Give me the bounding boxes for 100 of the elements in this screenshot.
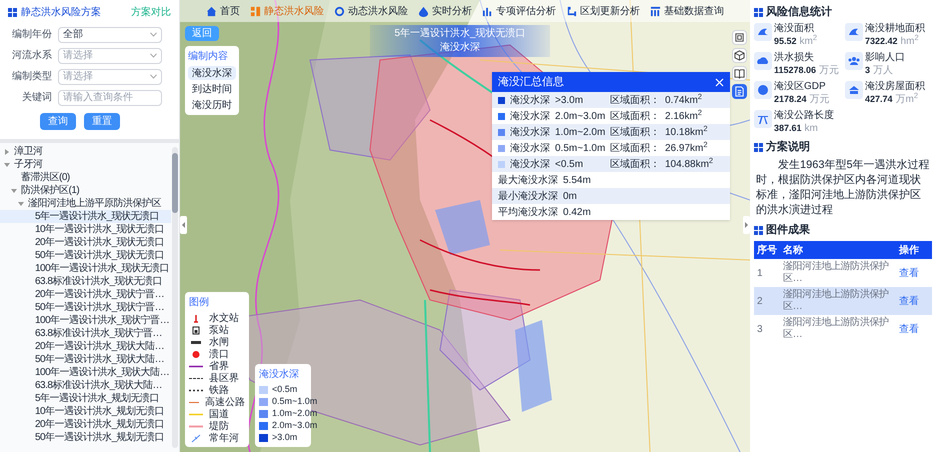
stat-unit: 万人 <box>873 65 894 77</box>
column-header: 序号 <box>757 243 778 258</box>
legend-label: 县区界 <box>209 372 239 385</box>
depth-range: >3.0m <box>555 94 584 108</box>
field-label: 河流水系 <box>11 48 52 63</box>
depth-range: 2.0m~3.0m <box>555 110 605 124</box>
stat-value: 387.61 <box>774 122 802 134</box>
nav-tab[interactable]: 动态洪水风险 <box>334 4 408 18</box>
stat-unit: 万m$^{2}$ <box>896 94 918 106</box>
tree-item[interactable]: 5年一遇设计洪水_现状无溃口 <box>0 210 171 223</box>
chevron-icon <box>150 53 157 58</box>
tree-item[interactable]: 50年一遇设计洪水_规划无溃口 <box>0 431 171 444</box>
layer-option[interactable]: 淹没水深 <box>188 66 236 80</box>
tree-item[interactable]: 50年一遇设计洪水_现状无溃口 <box>0 249 171 262</box>
tree-item[interactable]: 63.8标准设计洪水_现状大陆… <box>0 379 171 392</box>
nav-tab[interactable]: 基础数据查询 <box>650 4 724 18</box>
map-tool-button[interactable] <box>732 30 747 45</box>
stat-label: 最小淹没水深 <box>498 190 558 204</box>
nav-tab[interactable]: 首页 <box>206 4 240 18</box>
scrollbar[interactable] <box>172 147 178 448</box>
legend-title: 图例 <box>189 296 210 310</box>
area-value: 104.88km$^{2}$ <box>665 156 714 172</box>
legend-label: <0.5m <box>272 383 298 396</box>
column-header: 名称 <box>783 244 804 258</box>
depth-label: 淹没水深 <box>510 94 550 108</box>
tree-item[interactable]: 20年一遇设计洪水_现状大陆… <box>0 340 171 353</box>
stat-unit: 万元 <box>819 65 840 77</box>
tree-item[interactable]: 50年一遇设计洪水_现状宁晋… <box>0 301 171 314</box>
legend-label: 泵站 <box>209 324 229 336</box>
tree-item[interactable]: 20年一遇设计洪水_现状无溃口 <box>0 236 171 249</box>
stat-label: 淹没公路长度 <box>774 110 834 122</box>
table-row[interactable]: 2 滏阳河洼地上游防洪保护区… 查看 <box>754 287 932 315</box>
cloud-icon <box>754 52 772 70</box>
legend-label: 省界 <box>209 360 229 373</box>
section-title: 风险信息统计 <box>766 4 832 20</box>
table-cell-text: 2 <box>757 294 764 308</box>
collapse-handle[interactable] <box>180 216 187 234</box>
stat-value: 0.42m <box>563 206 591 220</box>
caret-icon[interactable] <box>18 200 24 206</box>
stat-label: 影响人口 <box>865 52 905 64</box>
depth-label: 淹没水深 <box>510 158 550 172</box>
map-tool-button[interactable] <box>732 66 747 81</box>
stat-unit: 万元 <box>810 94 830 106</box>
tree-item[interactable]: 10年一遇设计洪水_现状无溃口 <box>0 223 171 236</box>
stat-value: 95.52 <box>774 35 797 47</box>
tree-item[interactable]: 10年一遇设计洪水_规划无溃口 <box>0 405 171 418</box>
tree-item[interactable]: 漳卫河 <box>0 145 171 158</box>
area-value: 0.74km$^{2}$ <box>665 92 702 108</box>
tree-item[interactable]: 蓄滞洪区(0) <box>0 171 171 184</box>
stat-unit: km$^{2}$ <box>800 36 818 48</box>
collapse-handle[interactable] <box>743 216 750 234</box>
people-icon <box>845 52 863 70</box>
tree-item[interactable]: 5年一遇设计洪水_规划无溃口 <box>0 392 171 405</box>
nav-tab[interactable]: 区划更新分析 <box>566 4 640 18</box>
map-tool-button[interactable] <box>732 84 747 99</box>
tree-item[interactable]: 63.8标准设计洪水_现状宁晋… <box>0 327 171 340</box>
view-link[interactable]: 查看 <box>899 294 929 308</box>
popup-title: 淹没汇总信息 <box>498 74 564 90</box>
tree-item[interactable]: 滏阳河洼地上游平原防洪保护区 <box>0 197 171 210</box>
legend-label: 溃口 <box>209 348 229 360</box>
close-icon[interactable] <box>715 78 724 86</box>
depth-range: 1.0m~2.0m <box>555 126 605 140</box>
text-field[interactable]: 请输入查询条件 <box>58 90 162 106</box>
view-link[interactable]: 查看 <box>899 266 929 280</box>
grid-icon <box>754 226 763 234</box>
layers-icon <box>734 32 745 43</box>
view-link[interactable]: 查看 <box>899 322 929 336</box>
caret-icon[interactable] <box>4 148 10 154</box>
stat-unit: hm$^{2}$ <box>900 36 919 48</box>
area-label: 区域面积： <box>610 126 660 140</box>
area-value: 2.16km$^{2}$ <box>665 108 702 124</box>
tree-item[interactable]: 20年一遇设计洪水_规划无溃口 <box>0 418 171 431</box>
nav-tab[interactable]: 实时分析 <box>418 4 472 18</box>
tree-item[interactable]: 100年一遇设计洪水_现状宁晋… <box>0 314 171 327</box>
tree-item[interactable]: 100年一遇设计洪水_现状无溃口 <box>0 262 171 275</box>
table-cell-text: 滏阳河洼地上游防洪保护区… <box>783 289 890 313</box>
caret-icon[interactable] <box>11 188 17 194</box>
area-label: 区域面积： <box>610 94 660 108</box>
depth-range: 0.5m~1.0m <box>555 142 605 156</box>
tree-item[interactable]: 100年一遇设计洪水_现状大陆… <box>0 366 171 379</box>
stat-label: 最大淹没水深 <box>498 174 558 188</box>
dropdown-field[interactable]: 全部 <box>58 26 162 42</box>
column-header: 操作 <box>899 244 920 258</box>
scrollbar-thumb[interactable] <box>172 153 178 213</box>
chevron-icon <box>150 32 157 37</box>
map-tool-button[interactable] <box>732 48 747 63</box>
caret-icon[interactable] <box>4 162 10 168</box>
data-icon <box>650 6 661 16</box>
grid-icon <box>754 142 763 152</box>
nav-tab[interactable]: 专项评估分析 <box>482 4 556 18</box>
tree-item[interactable]: 50年一遇设计洪水_现状大陆… <box>0 353 171 366</box>
home-icon <box>206 6 217 16</box>
tree-item[interactable]: 63.8标准设计洪水_现状无溃口 <box>0 275 171 288</box>
grid-icon <box>754 8 763 16</box>
table-cell-text: 滏阳河洼地上游防洪保护区… <box>783 261 890 285</box>
tree-item[interactable]: 防洪保护区(1) <box>0 184 171 197</box>
description-text: 发生1963年型5年一遇洪水过程时，根据防洪保护区内各河道现状标准，滏阳河洼地上游防洪保护区的洪水演进过程 <box>755 158 931 218</box>
tree-item[interactable]: 子牙河 <box>0 158 171 171</box>
legend-label: 水文站 <box>209 312 239 324</box>
tree-item[interactable]: 20年一遇设计洪水_现状宁晋… <box>0 288 171 301</box>
